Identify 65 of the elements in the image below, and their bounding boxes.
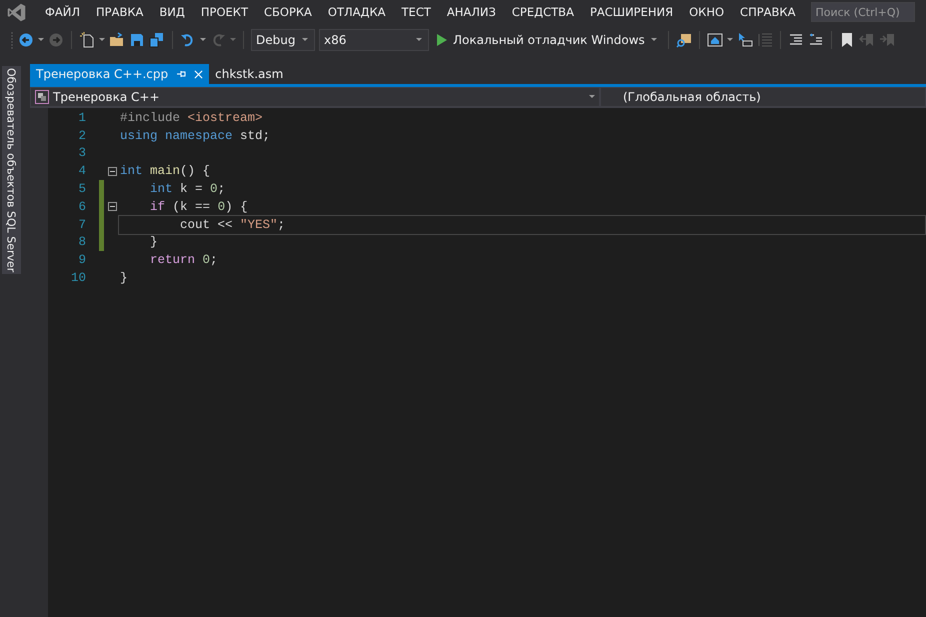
collapse-icon[interactable] — [108, 166, 116, 176]
menu-item[interactable]: ПРАВКА — [88, 5, 152, 19]
line-number: 4 — [77, 164, 86, 178]
caret-icon[interactable] — [230, 38, 236, 42]
code-line: int main() { — [120, 164, 210, 178]
code-line: return 0; — [149, 253, 218, 268]
code-line: if (k == 0) { — [149, 200, 248, 214]
grip-icon — [10, 30, 14, 50]
code-line: int k = 0; — [149, 182, 226, 196]
caret-icon[interactable] — [302, 38, 308, 42]
scope-dropdown[interactable]: (Глобальная область) — [600, 87, 926, 107]
platform-dropdown[interactable]: x86 — [319, 29, 429, 51]
menu-item[interactable]: ОТЛАДКА — [320, 5, 394, 19]
menu-item[interactable]: ФАЙЛ — [37, 5, 88, 19]
home-icon[interactable] — [706, 32, 723, 48]
save-all-icon[interactable] — [149, 32, 165, 48]
configuration-dropdown[interactable]: Debug — [251, 29, 315, 51]
menu-item[interactable]: РАСШИРЕНИЯ — [582, 5, 682, 19]
line-number: 5 — [77, 182, 86, 196]
pin-icon[interactable] — [176, 69, 186, 79]
menu-item[interactable]: СРЕДСТВА — [504, 5, 582, 19]
menu-item[interactable]: СБОРКА — [256, 5, 320, 19]
line-number: 6 — [77, 200, 86, 214]
caret-icon[interactable] — [38, 38, 44, 42]
line-number: 3 — [77, 146, 86, 160]
collapse-icon[interactable] — [108, 202, 116, 212]
project-dropdown[interactable]: Тренеровка C++ — [30, 87, 600, 107]
caret-icon[interactable] — [99, 38, 105, 42]
folder-icon[interactable] — [109, 32, 125, 48]
line-number: 8 — [77, 235, 86, 250]
line-number: 10 — [70, 271, 86, 286]
logo-icon — [6, 2, 27, 22]
caret-icon[interactable] — [589, 95, 595, 99]
code-line: using namespace std; — [120, 128, 270, 143]
play-icon[interactable] — [437, 34, 447, 46]
caret-icon[interactable] — [200, 38, 206, 42]
line-number: 7 — [77, 218, 86, 232]
close-icon[interactable] — [194, 70, 204, 78]
save-icon[interactable] — [129, 32, 145, 48]
side-panel-tab[interactable]: Обозреватель объектов SQL Server — [2, 66, 20, 274]
project-icon — [35, 90, 49, 104]
line-number: 9 — [77, 253, 86, 268]
caret-icon[interactable] — [416, 38, 422, 42]
menu-item[interactable]: ПРОЕКТ — [192, 5, 256, 19]
caret-icon[interactable] — [726, 38, 733, 42]
menu-item[interactable]: СПРАВКА — [732, 5, 804, 19]
code-line: #include <iostream> — [120, 110, 263, 125]
line-number: 1 — [77, 110, 86, 125]
cursor-icon[interactable] — [736, 32, 753, 48]
document-tab[interactable]: chkstk.asm — [209, 64, 290, 84]
menu-item[interactable]: ТЕСТ — [394, 5, 439, 19]
code-line: cout << "YES"; — [179, 218, 286, 232]
new-item-icon[interactable] — [79, 32, 95, 48]
menu-item[interactable]: ВИД — [151, 5, 193, 19]
menu-item[interactable]: АНАЛИЗ — [438, 5, 504, 19]
search-field[interactable]: Поиск (Ctrl+Q) — [811, 2, 916, 22]
run-button[interactable]: Локальный отладчик Windows — [433, 33, 661, 47]
back-icon[interactable] — [18, 32, 34, 48]
menu-item[interactable]: ОКНО — [681, 5, 732, 19]
code-line: } — [120, 271, 128, 286]
caret-icon[interactable] — [650, 38, 657, 42]
code-line: } — [149, 235, 158, 250]
find-icon[interactable] — [676, 32, 692, 48]
document-tab[interactable]: Тренеровка C++.cpp — [30, 64, 210, 84]
line-number: 2 — [77, 128, 86, 143]
